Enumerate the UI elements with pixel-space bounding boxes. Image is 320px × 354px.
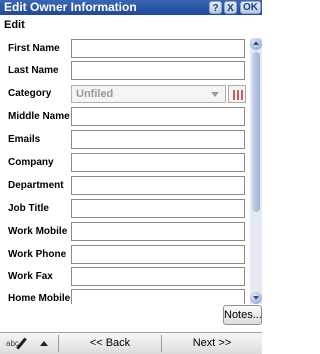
category-select[interactable]: Unfiled (71, 85, 226, 103)
help-button[interactable]: ? (209, 1, 222, 14)
back-button[interactable]: << Back (60, 333, 160, 354)
form-row-work-fax: Work Fax (0, 266, 250, 288)
first-name-label: First Name (8, 43, 60, 54)
category-label: Category (8, 88, 52, 99)
form-row-job-title: Job Title (0, 198, 250, 220)
chevron-down-icon (211, 92, 219, 97)
help-icon: ? (212, 3, 219, 14)
softkey-bar: abc << Back Next >> (0, 332, 262, 354)
first-name-field[interactable] (71, 39, 245, 58)
department-field[interactable] (71, 176, 245, 195)
form-row-company: Company (0, 152, 250, 174)
category-color-icon[interactable] (228, 85, 246, 103)
form-row-first-name: First Name (0, 38, 250, 60)
owner-form: First Name Last Name Category Unfiled Mi… (0, 35, 250, 304)
next-button[interactable]: Next >> (162, 333, 262, 354)
ok-button[interactable]: OK (240, 1, 261, 14)
last-name-label: Last Name (8, 65, 59, 76)
form-row-last-name: Last Name (0, 60, 250, 82)
scroll-down-icon[interactable] (250, 292, 262, 304)
emails-field[interactable] (71, 130, 245, 149)
work-mobile-label: Work Mobile (8, 226, 68, 237)
scroll-up-icon[interactable] (250, 38, 262, 50)
company-field[interactable] (71, 153, 245, 172)
job-title-field[interactable] (71, 199, 245, 218)
last-name-field[interactable] (71, 61, 245, 80)
middle-name-field[interactable] (71, 107, 245, 126)
home-mobile-label: Home Mobile (8, 293, 71, 304)
window-titlebar: Edit Owner Information ? X OK (0, 0, 262, 15)
middle-name-label: Middle Name (8, 111, 70, 122)
notes-button[interactable]: Notes... (223, 305, 262, 325)
company-label: Company (8, 157, 54, 168)
edit-menu-bar: Edit (0, 15, 262, 35)
form-row-emails: Emails (0, 129, 250, 151)
edit-menu[interactable]: Edit (4, 19, 25, 31)
work-phone-field[interactable] (71, 245, 245, 264)
home-mobile-field[interactable] (71, 289, 245, 304)
form-row-home-mobile: Home Mobile (0, 288, 250, 304)
form-row-middle-name: Middle Name (0, 106, 250, 128)
input-panel-button[interactable]: abc (6, 337, 42, 351)
close-button[interactable]: X (224, 1, 237, 14)
chevron-up-icon[interactable] (40, 341, 48, 346)
form-row-work-mobile: Work Mobile (0, 221, 250, 243)
category-value: Unfiled (76, 88, 114, 100)
job-title-label: Job Title (8, 203, 49, 214)
work-fax-label: Work Fax (8, 271, 53, 282)
window-title: Edit Owner Information (4, 0, 137, 14)
emails-label: Emails (8, 134, 41, 145)
close-icon: X (227, 3, 234, 14)
softbar-divider (58, 335, 59, 352)
form-row-category: Category Unfiled (0, 83, 250, 105)
form-scrollbar[interactable] (250, 38, 262, 304)
scroll-thumb[interactable] (252, 52, 260, 212)
work-fax-field[interactable] (71, 267, 245, 286)
form-row-department: Department (0, 175, 250, 197)
form-row-work-phone: Work Phone (0, 244, 250, 266)
work-phone-label: Work Phone (8, 249, 67, 260)
work-mobile-field[interactable] (71, 222, 245, 241)
department-label: Department (8, 180, 64, 191)
